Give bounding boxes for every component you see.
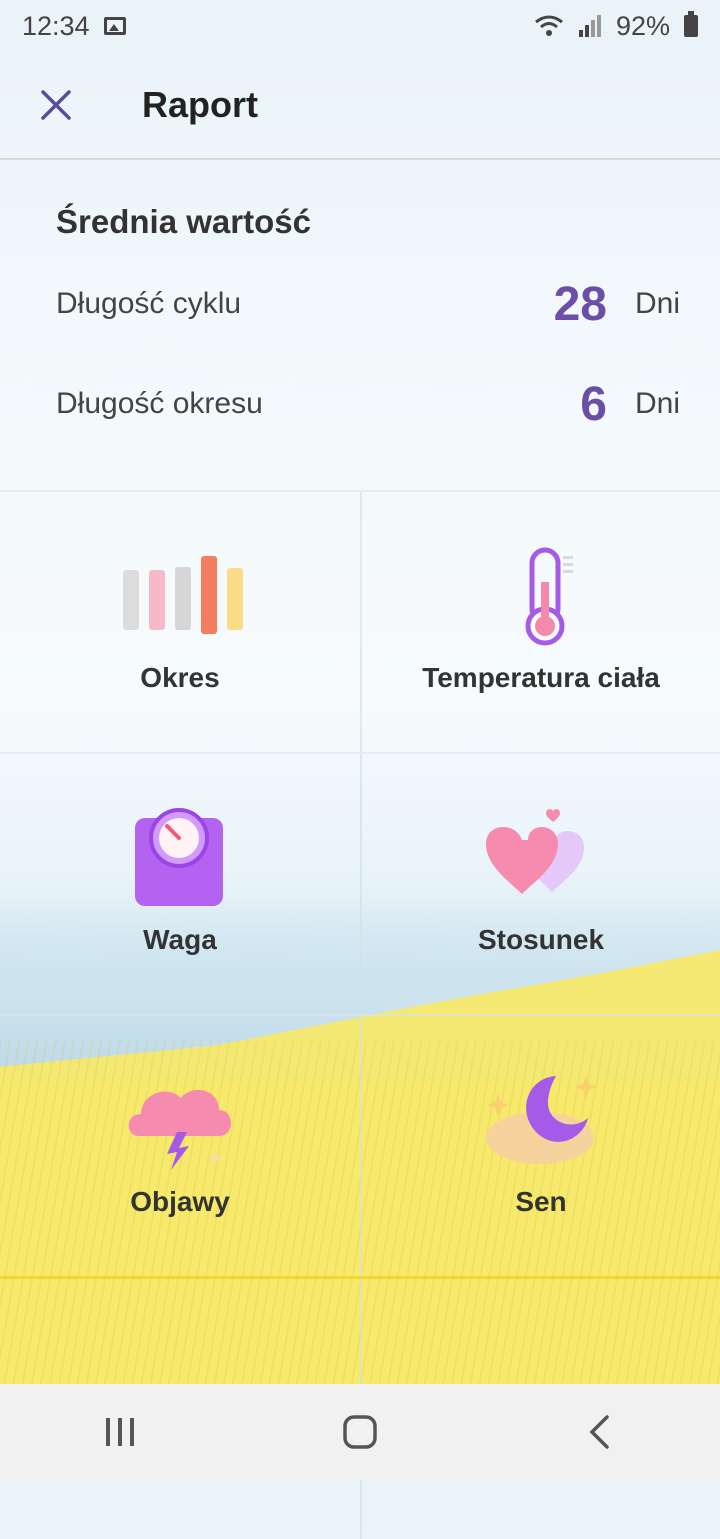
tile-symptoms[interactable]: Objawy bbox=[0, 1016, 360, 1276]
tile-label: Waga bbox=[143, 924, 217, 955]
tile-period[interactable]: Okres bbox=[0, 492, 360, 752]
system-navigation-bar bbox=[0, 1384, 720, 1480]
app-bar: Raport bbox=[0, 52, 720, 160]
status-bar: 12:34 92% bbox=[0, 0, 720, 52]
stat-unit: Dni bbox=[634, 387, 680, 420]
averages-title: Średnia wartość bbox=[56, 203, 311, 240]
recent-apps-button[interactable] bbox=[75, 1397, 165, 1467]
hearts-icon bbox=[486, 809, 584, 894]
averages-section: Średnia wartość Długość cyklu 28 Dni Dłu… bbox=[56, 190, 680, 454]
tile-label: Sen bbox=[515, 1186, 567, 1217]
stat-label: Długość cyklu bbox=[56, 287, 242, 320]
stat-label: Długość okresu bbox=[56, 387, 263, 420]
recent-apps-icon bbox=[106, 1418, 134, 1446]
back-button[interactable] bbox=[555, 1397, 645, 1467]
close-icon bbox=[41, 90, 71, 120]
signal-icon bbox=[578, 15, 601, 37]
stat-value: 28 bbox=[553, 277, 607, 331]
status-time: 12:34 bbox=[22, 10, 90, 41]
report-grid: Okres Temperatura ciała Waga Stosunek Ob… bbox=[0, 490, 720, 1539]
tile-label: Objawy bbox=[130, 1186, 230, 1217]
grid-row: Okres Temperatura ciała bbox=[0, 490, 720, 752]
grid-row: Objawy Sen bbox=[0, 1014, 720, 1276]
tile-sleep[interactable]: Sen bbox=[360, 1016, 720, 1276]
scale-icon bbox=[135, 808, 223, 906]
grid-row: Waga Stosunek bbox=[0, 752, 720, 1014]
tile-label: Stosunek bbox=[477, 924, 605, 955]
home-icon bbox=[343, 1415, 377, 1449]
tile-label: Temperatura ciała bbox=[422, 662, 660, 693]
home-button[interactable] bbox=[315, 1397, 405, 1467]
battery-icon bbox=[684, 11, 698, 37]
stat-value: 6 bbox=[580, 377, 607, 431]
stat-row-cycle-length: Długość cyklu 28 Dni bbox=[56, 254, 680, 354]
tile-label: Okres bbox=[140, 662, 220, 693]
gallery-notification-icon bbox=[103, 17, 126, 35]
moon-icon bbox=[486, 1076, 597, 1164]
battery-percentage: 92% bbox=[615, 10, 670, 41]
storm-cloud-icon bbox=[128, 1089, 231, 1170]
stat-row-period-length: Długość okresu 6 Dni bbox=[56, 354, 680, 454]
stat-unit: Dni bbox=[634, 287, 680, 320]
page-title: Raport bbox=[142, 84, 258, 125]
thermometer-icon bbox=[525, 547, 573, 646]
tile-intercourse[interactable]: Stosunek bbox=[360, 754, 720, 1014]
close-button[interactable] bbox=[26, 75, 86, 135]
back-icon bbox=[589, 1415, 609, 1449]
tile-weight[interactable]: Waga bbox=[0, 754, 360, 1014]
wifi-icon bbox=[535, 15, 563, 36]
tile-body-temperature[interactable]: Temperatura ciała bbox=[360, 492, 720, 752]
period-bars-icon bbox=[123, 556, 243, 634]
